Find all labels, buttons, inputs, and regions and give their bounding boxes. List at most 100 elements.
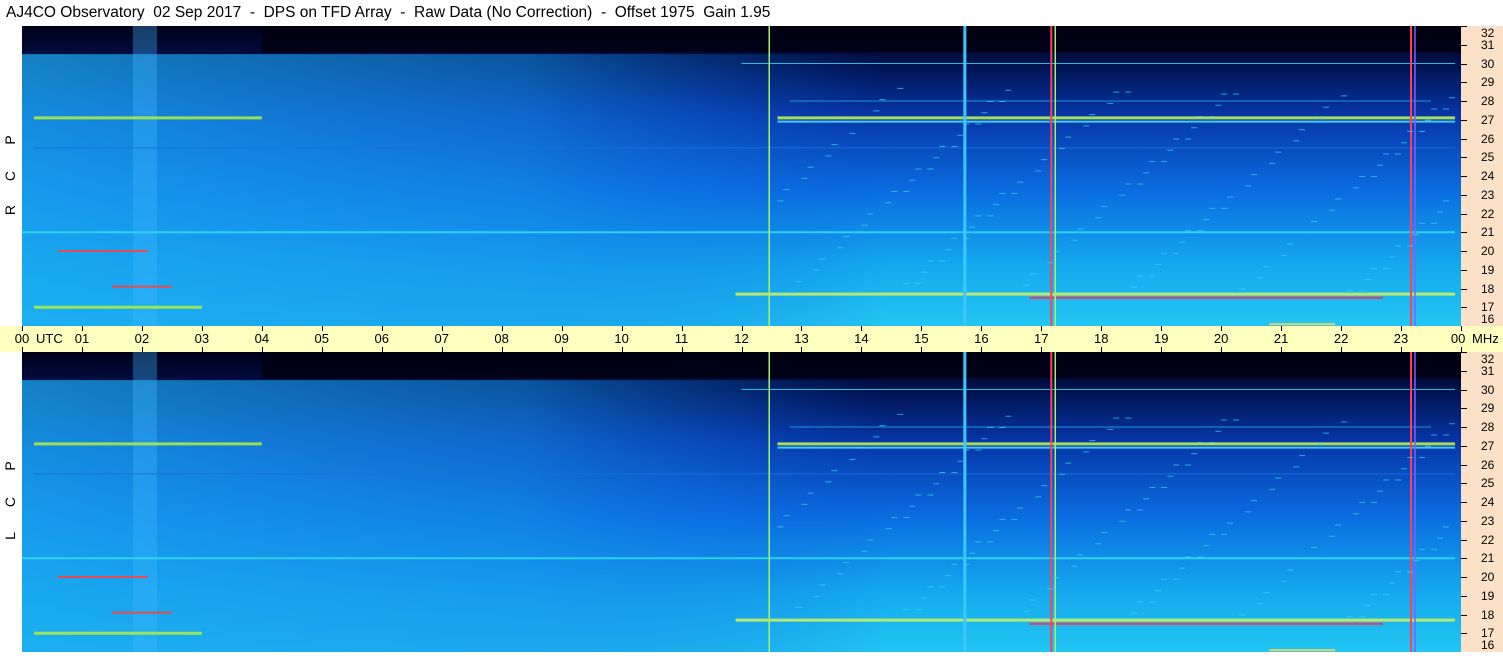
bottom-margin bbox=[0, 652, 1503, 672]
speckle bbox=[1095, 543, 1102, 545]
speckle bbox=[987, 215, 994, 217]
speckle bbox=[1185, 230, 1192, 232]
speckle bbox=[1257, 603, 1264, 605]
rcp-label-bar: P C R bbox=[0, 26, 22, 326]
band-30mhz bbox=[741, 389, 1456, 390]
speckle bbox=[1065, 462, 1072, 464]
speckle bbox=[1419, 457, 1426, 458]
speckle bbox=[1125, 509, 1132, 511]
chart-title: AJ4CO Observatory 02 Sep 2017 - DPS on T… bbox=[6, 4, 771, 21]
utc-hour-label: 04 bbox=[254, 331, 270, 346]
speckle bbox=[975, 123, 982, 125]
utc-hour-label: 00 bbox=[1450, 331, 1466, 346]
speckle bbox=[1059, 147, 1066, 149]
speckle bbox=[1293, 140, 1300, 142]
freq-tick-mark bbox=[1461, 270, 1467, 271]
speckle bbox=[939, 260, 946, 262]
speckle bbox=[831, 144, 838, 146]
speckle bbox=[1035, 170, 1042, 172]
speckle bbox=[1185, 138, 1192, 140]
speckle bbox=[1089, 440, 1096, 442]
speckle bbox=[1119, 194, 1126, 196]
band-27mhz-morning bbox=[33, 442, 262, 446]
speckle bbox=[1443, 200, 1450, 202]
speckle bbox=[1443, 526, 1450, 528]
speckle bbox=[1395, 479, 1402, 481]
utc-hour-label: 07 bbox=[434, 331, 449, 346]
speckle bbox=[1137, 183, 1144, 185]
freq-tick-mark bbox=[1461, 596, 1467, 597]
lcp-freq-tick-label: 32 bbox=[1481, 352, 1495, 366]
speckle bbox=[939, 146, 946, 147]
utc-hour-label: 18 bbox=[1094, 331, 1109, 346]
speckle bbox=[1383, 479, 1390, 481]
lcp-freq-tick-label: 31 bbox=[1481, 364, 1495, 378]
speckle bbox=[861, 550, 868, 552]
speckle bbox=[1173, 578, 1180, 580]
utc-hour-label: 22 bbox=[1333, 331, 1349, 346]
vline-17-15utc-red bbox=[1050, 26, 1053, 326]
speckle bbox=[891, 191, 898, 192]
rcp-freq-tick-label: 20 bbox=[1481, 244, 1495, 258]
speckle bbox=[1251, 174, 1258, 176]
speckle bbox=[1413, 560, 1420, 562]
utc-tick-top bbox=[201, 326, 203, 331]
speckle bbox=[1173, 464, 1180, 466]
band-30mhz bbox=[741, 63, 1456, 64]
speckle bbox=[777, 526, 784, 528]
speckle bbox=[1149, 487, 1156, 488]
lcp-freq-tick-label: 22 bbox=[1481, 533, 1495, 547]
speckle bbox=[1425, 119, 1432, 121]
speckle bbox=[1395, 571, 1402, 573]
speckle bbox=[777, 618, 784, 620]
speckle bbox=[807, 166, 814, 168]
speckle bbox=[1095, 217, 1102, 219]
speckle bbox=[1221, 419, 1228, 421]
speckle bbox=[1365, 605, 1372, 607]
speckle bbox=[1395, 153, 1402, 155]
speckle bbox=[1029, 599, 1036, 601]
vline-23-2utc bbox=[1414, 26, 1416, 326]
speckle bbox=[975, 449, 982, 451]
speckle bbox=[1101, 532, 1108, 533]
speckle bbox=[837, 573, 844, 575]
speckle bbox=[921, 597, 928, 599]
speckle bbox=[1005, 89, 1012, 91]
lcp-frequency-axis: 16 17 18 19 20 21 22 23 24 25 26 27 28 29 30 31 32 bbox=[1461, 352, 1503, 653]
speckle bbox=[975, 541, 982, 543]
speckle bbox=[855, 121, 862, 123]
speckle bbox=[909, 179, 916, 181]
speckle bbox=[1221, 93, 1228, 95]
lcp-label-bar: P C L bbox=[0, 352, 22, 652]
utc-tick-top bbox=[621, 326, 623, 331]
speckle bbox=[1299, 129, 1306, 131]
speckle bbox=[1275, 151, 1282, 153]
utc-tick-top bbox=[801, 326, 803, 331]
rcp-freq-tick-label: 18 bbox=[1481, 282, 1495, 296]
utc-hour-label: 00 bbox=[14, 331, 30, 346]
speckle bbox=[1065, 136, 1072, 138]
speckle bbox=[1431, 548, 1438, 550]
band-28mhz bbox=[789, 100, 1432, 102]
speckle bbox=[831, 470, 838, 472]
lcp-freq-tick-label: 30 bbox=[1481, 383, 1495, 397]
speckle bbox=[1185, 464, 1192, 466]
freq-tick-mark bbox=[1461, 45, 1467, 46]
speckle bbox=[1161, 161, 1168, 162]
speckle bbox=[1197, 230, 1204, 232]
rcp-letter-c: C bbox=[2, 170, 18, 182]
speckle bbox=[1017, 507, 1024, 509]
freq-tick-mark bbox=[1461, 139, 1467, 140]
speckle bbox=[1197, 442, 1204, 443]
speckle bbox=[1359, 616, 1366, 618]
speckle bbox=[789, 618, 796, 620]
speckle bbox=[909, 505, 916, 507]
utc-hour-label: 05 bbox=[314, 331, 330, 346]
speckle bbox=[915, 608, 922, 610]
speckle bbox=[1227, 196, 1234, 198]
speckle bbox=[1329, 209, 1336, 211]
speckle bbox=[1215, 430, 1222, 432]
lcp-freq-tick-label: 29 bbox=[1481, 401, 1495, 415]
rcp-freq-tick-label: 23 bbox=[1481, 188, 1495, 202]
speckle bbox=[939, 586, 946, 588]
